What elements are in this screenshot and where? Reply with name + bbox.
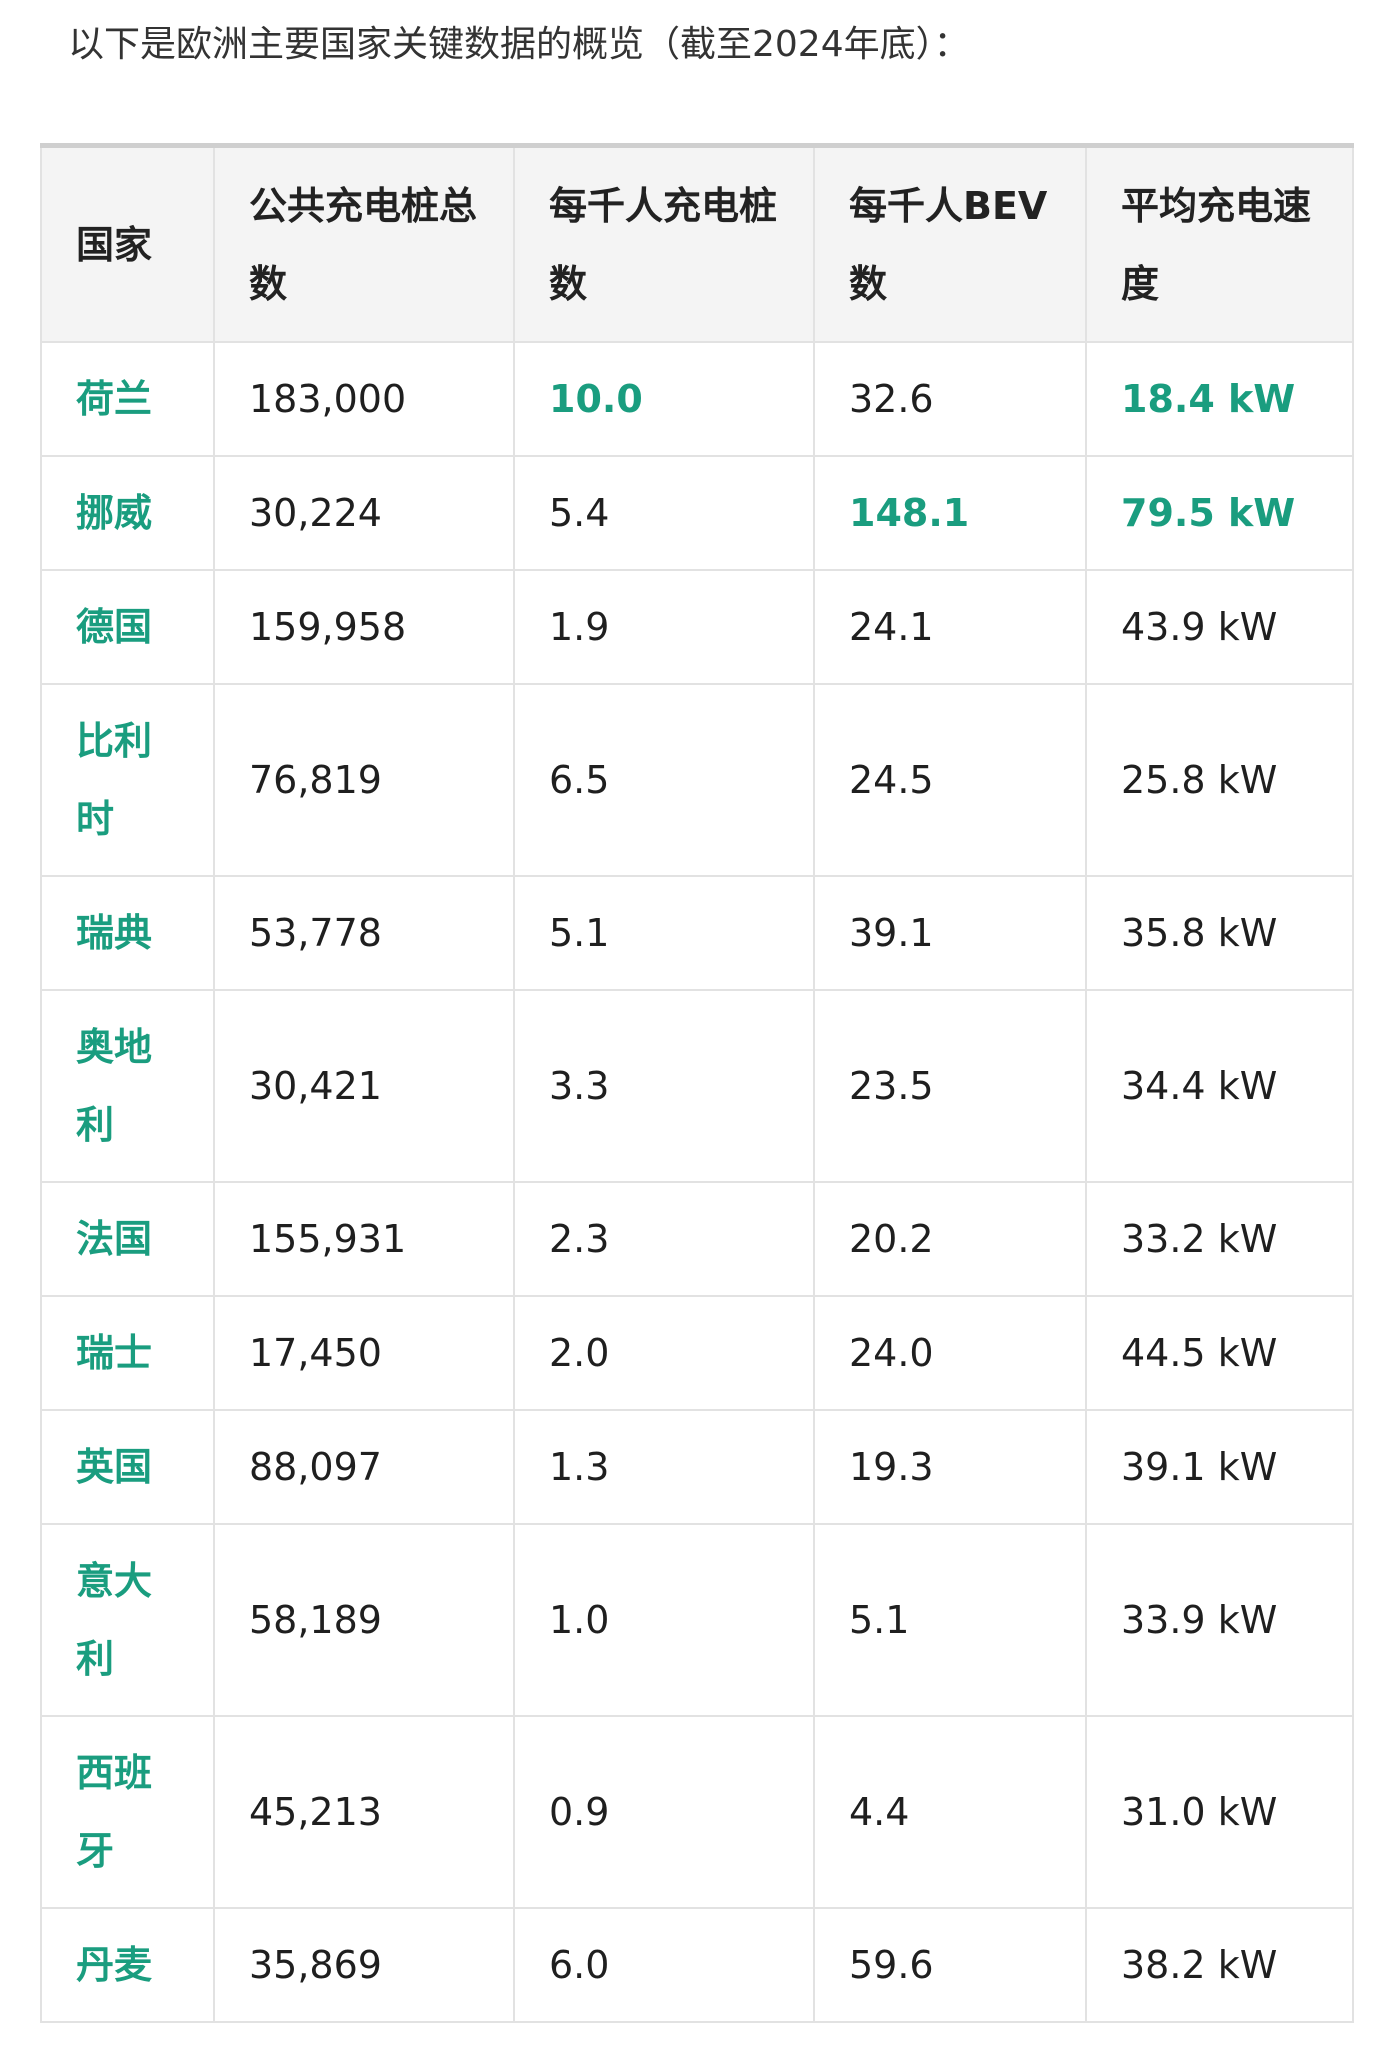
header-country: 国家: [40, 144, 215, 343]
per-thousand-chargers-cell: 3.3: [513, 989, 815, 1183]
avg-speed-cell: 79.5 kW: [1085, 455, 1354, 571]
header-avg-speed: 平均充电速度: [1085, 144, 1354, 343]
per-thousand-bev-cell: 23.5: [813, 989, 1087, 1183]
table-row: 英国 88,097 1.3 19.3 39.1 kW: [40, 1409, 1354, 1525]
avg-speed-cell: 44.5 kW: [1085, 1295, 1354, 1411]
per-thousand-chargers-cell: 5.4: [513, 455, 815, 571]
total-cell: 155,931: [213, 1181, 515, 1297]
per-thousand-chargers-cell: 2.0: [513, 1295, 815, 1411]
country-cell: 荷兰: [40, 341, 215, 457]
table-row: 丹麦 35,869 6.0 59.6 38.2 kW: [40, 1907, 1354, 2023]
country-cell: 比利时: [40, 683, 215, 877]
per-thousand-bev-cell: 32.6: [813, 341, 1087, 457]
country-cell: 丹麦: [40, 1907, 215, 2023]
total-cell: 17,450: [213, 1295, 515, 1411]
per-thousand-bev-cell: 24.0: [813, 1295, 1087, 1411]
per-thousand-chargers-cell: 1.9: [513, 569, 815, 685]
avg-speed-cell: 18.4 kW: [1085, 341, 1354, 457]
avg-speed-cell: 35.8 kW: [1085, 875, 1354, 991]
total-cell: 30,224: [213, 455, 515, 571]
total-cell: 35,869: [213, 1907, 515, 2023]
country-cell: 英国: [40, 1409, 215, 1525]
avg-speed-cell: 33.9 kW: [1085, 1523, 1354, 1717]
per-thousand-bev-cell: 148.1: [813, 455, 1087, 571]
country-cell: 挪威: [40, 455, 215, 571]
avg-speed-cell: 39.1 kW: [1085, 1409, 1354, 1525]
header-total: 公共充电桩总数: [213, 144, 515, 343]
country-cell: 奥地利: [40, 989, 215, 1183]
per-thousand-chargers-cell: 10.0: [513, 341, 815, 457]
total-cell: 159,958: [213, 569, 515, 685]
avg-speed-cell: 31.0 kW: [1085, 1715, 1354, 1909]
header-per-thousand-bev: 每千人BEV数: [813, 144, 1087, 343]
header-row: 国家 公共充电桩总数 每千人充电桩数 每千人BEV数 平均充电速度: [40, 144, 1354, 343]
per-thousand-chargers-cell: 2.3: [513, 1181, 815, 1297]
table-row: 意大利 58,189 1.0 5.1 33.9 kW: [40, 1523, 1354, 1717]
avg-speed-cell: 33.2 kW: [1085, 1181, 1354, 1297]
per-thousand-chargers-cell: 0.9: [513, 1715, 815, 1909]
table-row: 比利时 76,819 6.5 24.5 25.8 kW: [40, 683, 1354, 877]
country-cell: 意大利: [40, 1523, 215, 1717]
per-thousand-bev-cell: 59.6: [813, 1907, 1087, 2023]
total-cell: 183,000: [213, 341, 515, 457]
per-thousand-chargers-cell: 1.3: [513, 1409, 815, 1525]
per-thousand-chargers-cell: 6.5: [513, 683, 815, 877]
country-cell: 瑞士: [40, 1295, 215, 1411]
per-thousand-bev-cell: 5.1: [813, 1523, 1087, 1717]
per-thousand-bev-cell: 39.1: [813, 875, 1087, 991]
total-cell: 53,778: [213, 875, 515, 991]
per-thousand-bev-cell: 24.1: [813, 569, 1087, 685]
per-thousand-chargers-cell: 6.0: [513, 1907, 815, 2023]
per-thousand-bev-cell: 4.4: [813, 1715, 1087, 1909]
table-row: 瑞士 17,450 2.0 24.0 44.5 kW: [40, 1295, 1354, 1411]
country-cell: 瑞典: [40, 875, 215, 991]
header-per-thousand-chargers: 每千人充电桩数: [513, 144, 815, 343]
per-thousand-bev-cell: 24.5: [813, 683, 1087, 877]
avg-speed-cell: 38.2 kW: [1085, 1907, 1354, 2023]
per-thousand-bev-cell: 20.2: [813, 1181, 1087, 1297]
table-row: 德国 159,958 1.9 24.1 43.9 kW: [40, 569, 1354, 685]
country-cell: 西班牙: [40, 1715, 215, 1909]
table-row: 荷兰 183,000 10.0 32.6 18.4 kW: [40, 341, 1354, 457]
total-cell: 88,097: [213, 1409, 515, 1525]
table-row: 瑞典 53,778 5.1 39.1 35.8 kW: [40, 875, 1354, 991]
avg-speed-cell: 25.8 kW: [1085, 683, 1354, 877]
table-row: 挪威 30,224 5.4 148.1 79.5 kW: [40, 455, 1354, 571]
intro-text: 以下是欧洲主要国家关键数据的概览（截至2024年底）：: [68, 24, 970, 65]
table-row: 法国 155,931 2.3 20.2 33.2 kW: [40, 1181, 1354, 1297]
total-cell: 45,213: [213, 1715, 515, 1909]
table-row: 西班牙 45,213 0.9 4.4 31.0 kW: [40, 1715, 1354, 1909]
per-thousand-chargers-cell: 5.1: [513, 875, 815, 991]
total-cell: 30,421: [213, 989, 515, 1183]
avg-speed-cell: 34.4 kW: [1085, 989, 1354, 1183]
per-thousand-chargers-cell: 1.0: [513, 1523, 815, 1717]
per-thousand-bev-cell: 19.3: [813, 1409, 1087, 1525]
total-cell: 76,819: [213, 683, 515, 877]
country-cell: 德国: [40, 569, 215, 685]
table-row: 奥地利 30,421 3.3 23.5 34.4 kW: [40, 989, 1354, 1183]
country-cell: 法国: [40, 1181, 215, 1297]
total-cell: 58,189: [213, 1523, 515, 1717]
avg-speed-cell: 43.9 kW: [1085, 569, 1354, 685]
data-table: 国家 公共充电桩总数 每千人充电桩数 每千人BEV数 平均充电速度 荷兰 183…: [40, 143, 1354, 2023]
